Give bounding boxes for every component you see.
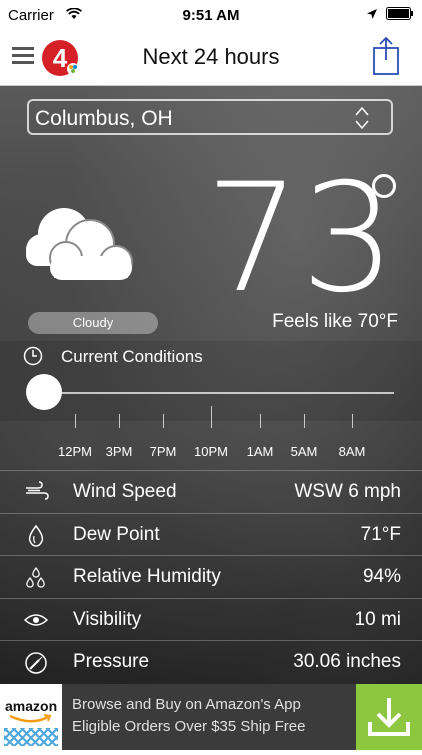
weather-panel: Columbus, OH 73 Cloudy Feels like 70°F C…	[0, 86, 422, 684]
clock: 9:51 AM	[182, 7, 240, 24]
battery-icon	[386, 7, 413, 20]
condition-label: Visibility	[73, 608, 142, 630]
amazon-smile-icon	[9, 714, 52, 723]
degree-symbol	[372, 174, 396, 198]
timeline-slider-knob[interactable]	[26, 374, 62, 410]
up-down-chevron-icon	[355, 106, 369, 130]
condition-row: Dew Point 71°F	[0, 512, 422, 556]
condition-row: Visibility 10 mi	[0, 597, 422, 641]
timeline-tick-label[interactable]: 10PM	[194, 444, 228, 459]
pressure-gauge-icon	[25, 652, 47, 674]
location-arrow-icon	[367, 8, 377, 19]
eye-icon	[24, 613, 49, 626]
condition-value: 71°F	[360, 523, 401, 545]
condition-value: 94%	[362, 566, 401, 587]
condition-label: Dew Point	[73, 523, 160, 545]
condition-value: 30.06 inches	[293, 651, 401, 672]
timeline-tick	[304, 414, 305, 428]
timeline-tick	[211, 406, 212, 428]
current-temperature: 73	[205, 152, 396, 326]
cloudy-icon	[26, 208, 133, 280]
timeline-tick	[119, 414, 120, 428]
amazon-wordmark: amazon	[5, 698, 58, 714]
timeline-tick-label[interactable]: 7PM	[150, 444, 177, 459]
ad-line-1: Browse and Buy on Amazon's App	[72, 696, 301, 713]
dew-drop-icon	[28, 524, 44, 547]
navigation-bar: 4 Next 24 hours	[0, 30, 422, 86]
timeline-slider-track[interactable]	[44, 392, 394, 394]
current-conditions-label: Current Conditions	[61, 347, 203, 366]
condition-value: WSW 6 mph	[294, 481, 401, 502]
ad-banner[interactable]: amazon Browse and Buy on Amazon's App El…	[0, 684, 422, 750]
ad-text: Browse and Buy on Amazon's App Eligible …	[72, 694, 305, 738]
timeline-tick	[260, 414, 261, 428]
condition-label: Pressure	[73, 651, 150, 672]
timeline-tick-label[interactable]: 8AM	[339, 444, 366, 459]
clock-icon	[23, 346, 43, 366]
timeline-tick-label[interactable]: 3PM	[106, 444, 133, 459]
condition-value: 10 mi	[354, 608, 401, 630]
download-button[interactable]	[356, 684, 422, 750]
condition-row: Wind Speed WSW 6 mph	[0, 470, 422, 513]
timeline-tick-label[interactable]: 5AM	[291, 444, 318, 459]
condition-label: Relative Humidity	[73, 566, 221, 587]
ad-line-2: Eligible Orders Over $35 Ship Free	[72, 718, 306, 735]
amazon-logo: amazon	[0, 684, 62, 750]
timeline-tick	[75, 414, 76, 428]
download-icon	[368, 698, 410, 736]
timeline-tick	[352, 414, 353, 428]
condition-label: Wind Speed	[73, 481, 177, 502]
condition-badge: Cloudy	[28, 312, 158, 334]
timeline-tick-label[interactable]: 1AM	[247, 444, 274, 459]
humidity-drops-icon	[26, 566, 45, 588]
location-selector[interactable]: Columbus, OH	[27, 99, 393, 135]
location-value: Columbus, OH	[35, 107, 173, 130]
condition-row: Pressure 30.06 inches	[0, 640, 422, 683]
feels-like: Feels like 70°F	[272, 311, 398, 332]
timeline-tick	[163, 414, 164, 428]
timeline-tick-label[interactable]: 12PM	[58, 444, 92, 459]
page-title: Next 24 hours	[142, 44, 280, 69]
share-icon[interactable]	[372, 36, 400, 76]
condition-row: Relative Humidity 94%	[0, 555, 422, 598]
status-bar: Carrier 9:51 AM	[0, 0, 422, 30]
decorative-pattern	[4, 728, 58, 746]
wind-icon	[26, 481, 49, 500]
